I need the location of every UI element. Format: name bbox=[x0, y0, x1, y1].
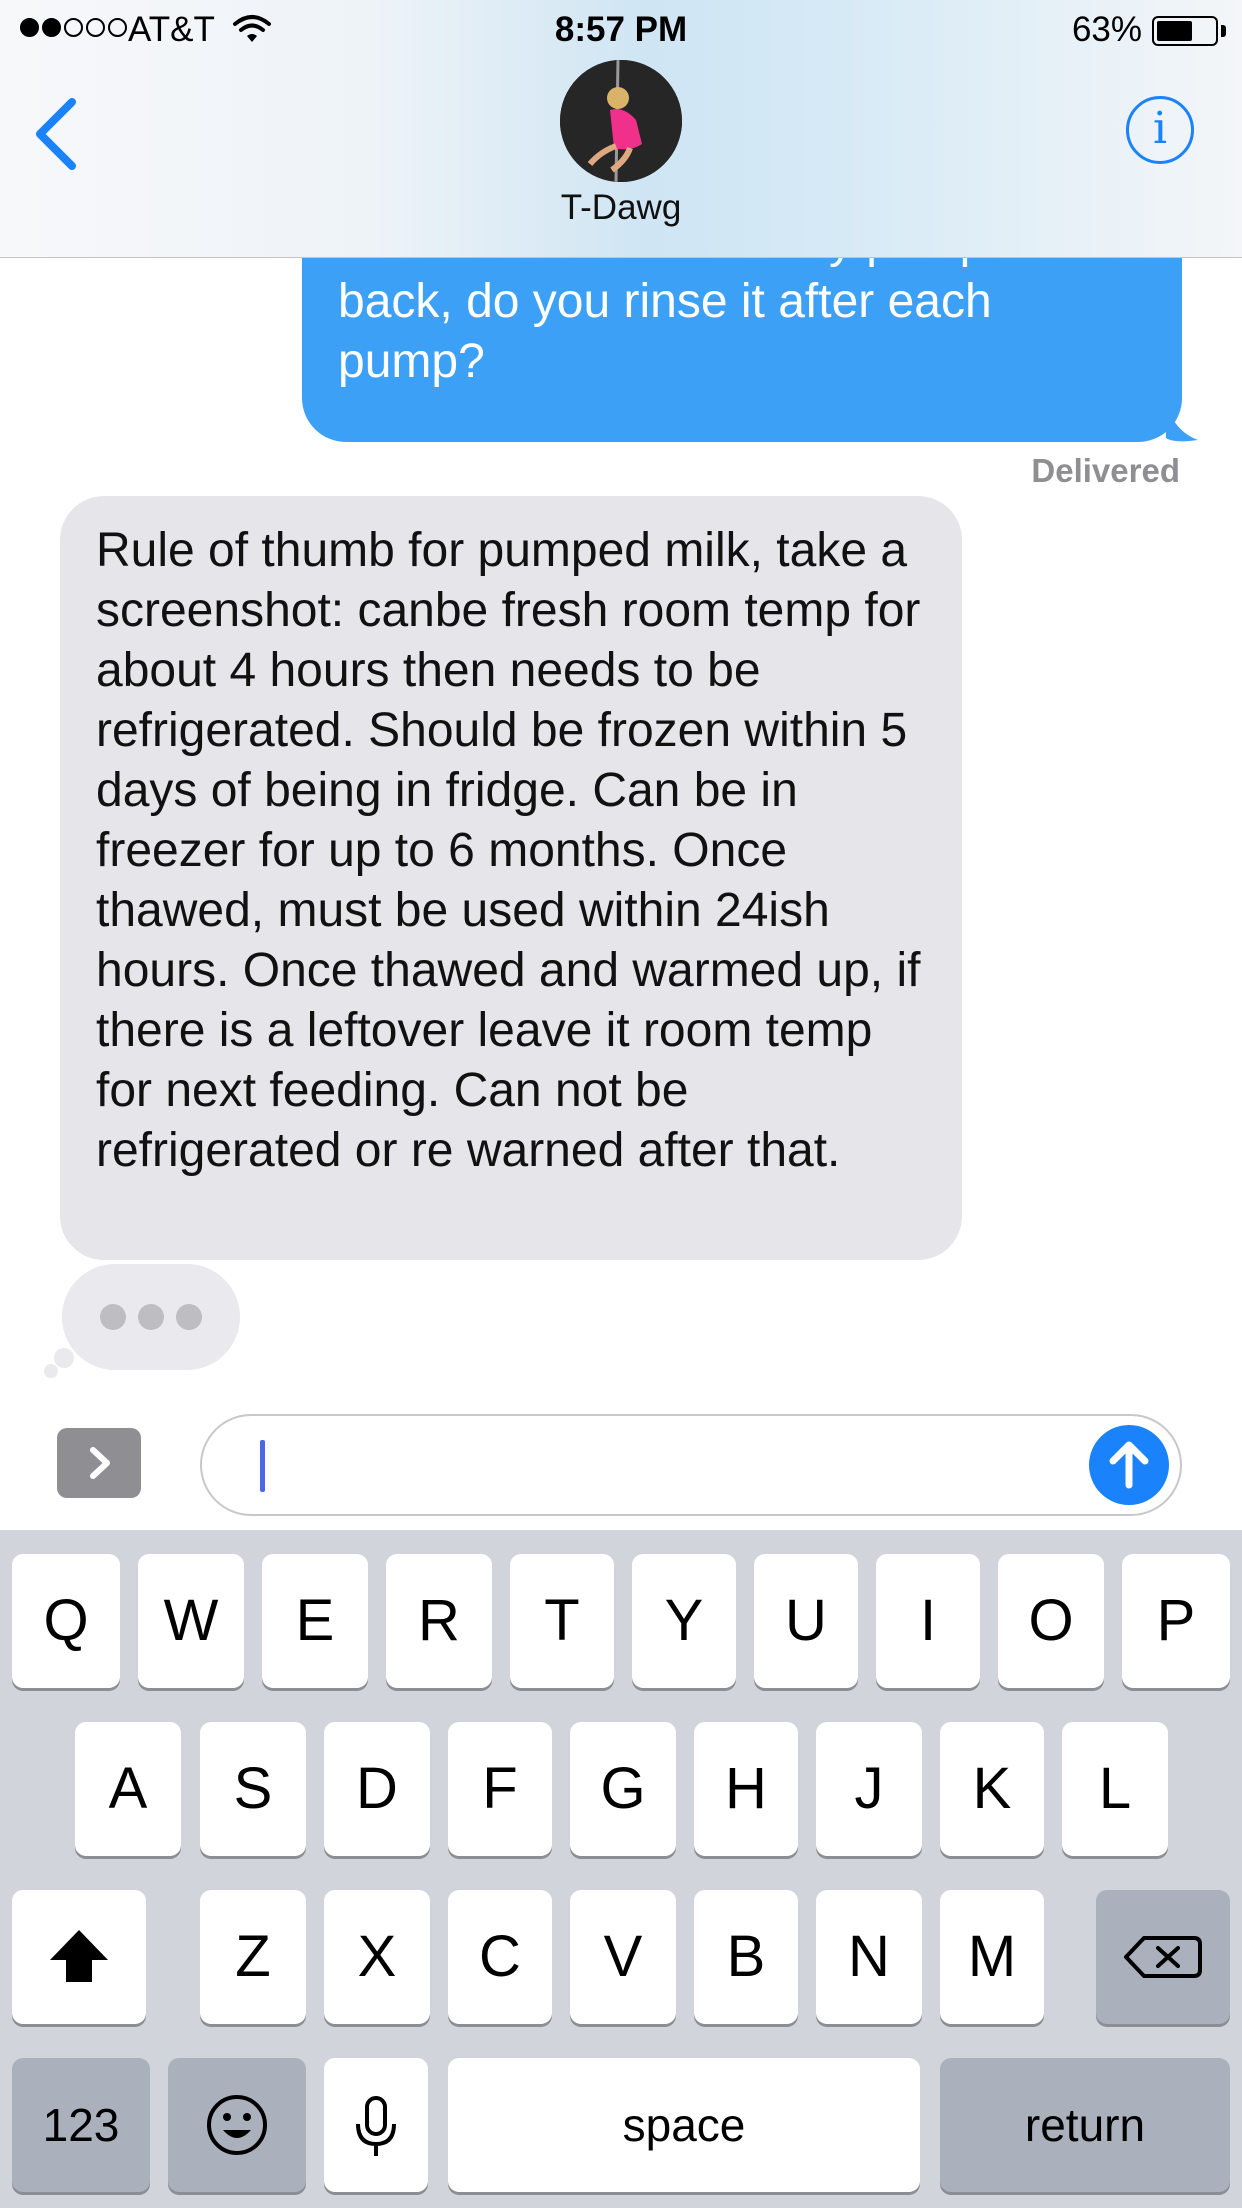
typing-tail-bubble bbox=[44, 1364, 58, 1378]
incoming-message-text: Rule of thumb for pumped milk, take a sc… bbox=[96, 524, 921, 1177]
space-key[interactable]: space bbox=[448, 2058, 920, 2192]
battery-percentage: 63% bbox=[1071, 10, 1142, 49]
text-cursor bbox=[260, 1440, 265, 1492]
emoji-icon bbox=[207, 2095, 267, 2155]
key-f[interactable]: F bbox=[448, 1722, 552, 1856]
info-icon: i bbox=[1152, 103, 1168, 154]
contact-name[interactable]: T-Dawg bbox=[0, 188, 1242, 228]
avatar-photo bbox=[560, 60, 682, 182]
key-c[interactable]: C bbox=[448, 1890, 552, 2024]
key-i[interactable]: I bbox=[876, 1554, 980, 1688]
key-n[interactable]: N bbox=[816, 1890, 922, 2024]
key-m[interactable]: M bbox=[940, 1890, 1044, 2024]
typing-dot bbox=[176, 1304, 202, 1330]
microphone-icon bbox=[356, 2096, 396, 2156]
keyboard: Q W E R T Y U I O P A S D F G H J K L Z … bbox=[0, 1530, 1242, 2208]
key-y[interactable]: Y bbox=[632, 1554, 736, 1688]
delete-key[interactable] bbox=[1096, 1890, 1230, 2024]
key-h[interactable]: H bbox=[694, 1722, 798, 1856]
delivered-status: Delivered bbox=[1031, 452, 1180, 489]
status-bar: AT&T 8:57 PM 63% bbox=[0, 0, 1242, 60]
return-key[interactable]: return bbox=[940, 2058, 1230, 2192]
typing-dot bbox=[100, 1304, 126, 1330]
key-z[interactable]: Z bbox=[200, 1890, 306, 2024]
key-x[interactable]: X bbox=[324, 1890, 430, 2024]
key-w[interactable]: W bbox=[138, 1554, 244, 1688]
typing-indicator bbox=[62, 1264, 240, 1370]
key-p[interactable]: P bbox=[1122, 1554, 1230, 1688]
info-button[interactable]: i bbox=[1126, 96, 1194, 164]
key-q[interactable]: Q bbox=[12, 1554, 120, 1688]
key-a[interactable]: A bbox=[75, 1722, 181, 1856]
key-t[interactable]: T bbox=[510, 1554, 614, 1688]
key-j[interactable]: J bbox=[816, 1722, 922, 1856]
key-l[interactable]: L bbox=[1062, 1722, 1168, 1856]
shift-key[interactable] bbox=[12, 1890, 146, 2024]
outgoing-bubble-tail bbox=[1166, 404, 1198, 442]
typing-dot bbox=[138, 1304, 164, 1330]
key-s[interactable]: S bbox=[200, 1722, 306, 1856]
battery-nub bbox=[1221, 25, 1226, 37]
chevron-left-icon bbox=[36, 98, 76, 170]
send-button[interactable] bbox=[1089, 1425, 1169, 1505]
incoming-message-bubble[interactable]: Rule of thumb for pumped milk, take a sc… bbox=[60, 496, 962, 1260]
emoji-key[interactable] bbox=[168, 2058, 306, 2192]
key-e[interactable]: E bbox=[262, 1554, 368, 1688]
dictation-key[interactable] bbox=[324, 2058, 428, 2192]
message-input[interactable] bbox=[200, 1414, 1182, 1516]
contact-avatar[interactable] bbox=[560, 60, 682, 182]
arrow-up-icon bbox=[1109, 1441, 1149, 1489]
key-o[interactable]: O bbox=[998, 1554, 1104, 1688]
numbers-key[interactable]: 123 bbox=[12, 2058, 150, 2192]
battery-level-fill bbox=[1157, 21, 1193, 41]
key-g[interactable]: G bbox=[570, 1722, 676, 1856]
chevron-right-icon bbox=[90, 1447, 110, 1479]
app-drawer-button[interactable] bbox=[57, 1428, 141, 1498]
key-u[interactable]: U bbox=[754, 1554, 858, 1688]
delete-icon bbox=[1124, 1936, 1202, 1978]
clock: 8:57 PM bbox=[554, 10, 688, 49]
battery-icon bbox=[1152, 16, 1218, 46]
back-button[interactable] bbox=[28, 94, 88, 174]
key-r[interactable]: R bbox=[386, 1554, 492, 1688]
key-k[interactable]: K bbox=[940, 1722, 1044, 1856]
typing-tail-bubble bbox=[54, 1348, 74, 1368]
key-b[interactable]: B bbox=[694, 1890, 798, 2024]
key-v[interactable]: V bbox=[570, 1890, 676, 2024]
shift-icon bbox=[50, 1930, 108, 1982]
key-d[interactable]: D bbox=[324, 1722, 430, 1856]
